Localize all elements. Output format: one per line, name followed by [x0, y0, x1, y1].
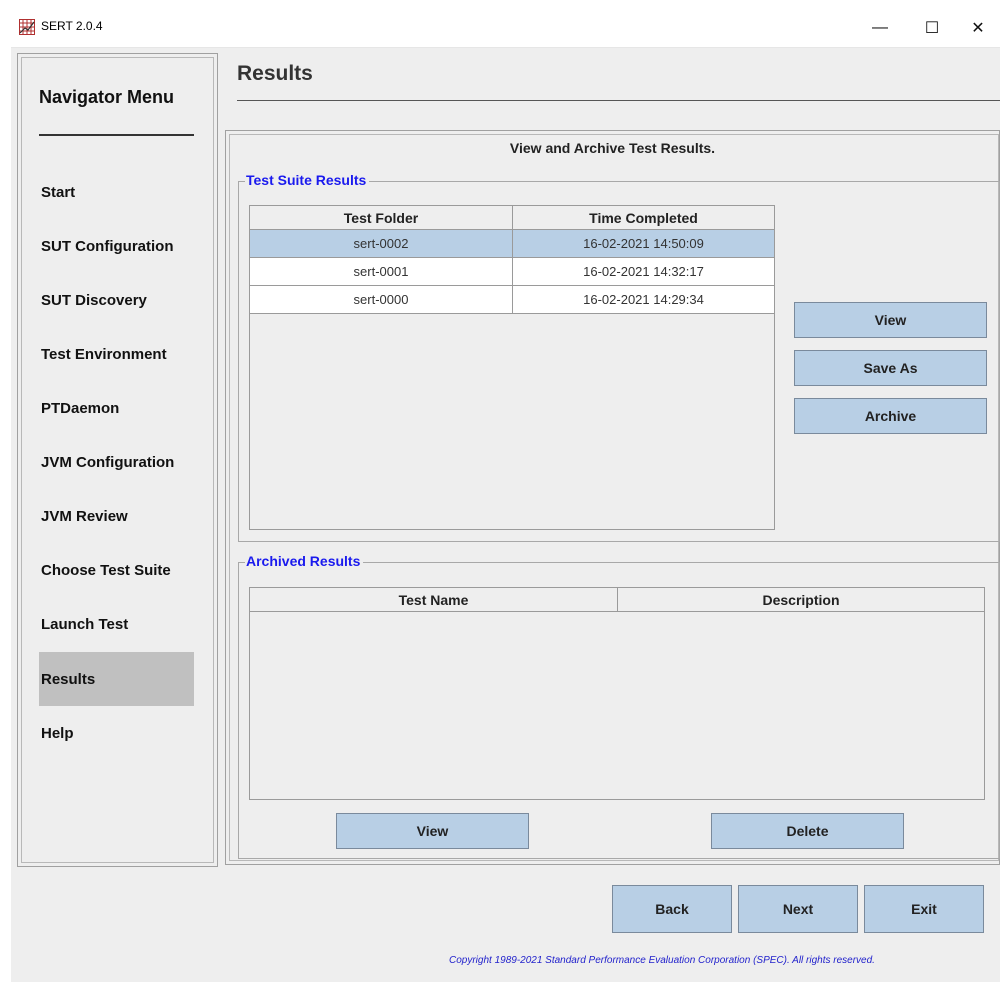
nav-item-test-environment[interactable]: Test Environment [39, 327, 194, 381]
minimize-icon[interactable]: — [857, 9, 903, 47]
column-header-time-completed[interactable]: Time Completed [513, 206, 774, 229]
navigator-divider [39, 134, 194, 136]
next-button[interactable]: Next [738, 885, 858, 933]
nav-item-results[interactable]: Results [39, 652, 194, 706]
table-header: Test Folder Time Completed [250, 206, 774, 230]
table-body: sert-0002 16-02-2021 14:50:09 sert-0001 … [250, 230, 774, 314]
column-header-test-folder[interactable]: Test Folder [250, 206, 513, 229]
cell-test-folder: sert-0002 [250, 230, 513, 257]
cell-time-completed: 16-02-2021 14:50:09 [583, 236, 704, 251]
page-title-divider [237, 100, 1000, 101]
navigator-menu-title: Navigator Menu [39, 87, 175, 107]
exit-button[interactable]: Exit [864, 885, 984, 933]
nav-item-launch-test[interactable]: Launch Test [39, 597, 194, 651]
nav-item-sut-discovery[interactable]: SUT Discovery [39, 273, 194, 327]
table-row[interactable]: sert-0001 16-02-2021 14:32:17 [250, 258, 774, 286]
cell-time-completed: 16-02-2021 14:29:34 [583, 292, 704, 307]
view-archived-button[interactable]: View [336, 813, 529, 849]
navigator-menu: Navigator Menu Start SUT Configuration S… [17, 53, 218, 867]
title-bar[interactable]: SERT 2.0.4 — ☐ ✕ [11, 9, 1000, 48]
back-button[interactable]: Back [612, 885, 732, 933]
table-header: Test Name Description [250, 588, 984, 612]
save-as-button[interactable]: Save As [794, 350, 987, 386]
nav-item-start[interactable]: Start [39, 165, 194, 219]
archive-button[interactable]: Archive [794, 398, 987, 434]
test-suite-results-table[interactable]: Test Folder Time Completed sert-0002 16-… [249, 205, 775, 530]
table-row[interactable]: sert-0000 16-02-2021 14:29:34 [250, 286, 774, 314]
column-header-description[interactable]: Description [618, 588, 984, 611]
copyright-notice: Copyright 1989-2021 Standard Performance… [449, 955, 875, 966]
test-suite-results-legend: Test Suite Results [245, 172, 370, 188]
nav-item-sut-configuration[interactable]: SUT Configuration [39, 219, 194, 273]
panel-heading: View and Archive Test Results. [509, 140, 716, 156]
view-result-button[interactable]: View [794, 302, 987, 338]
nav-item-jvm-configuration[interactable]: JVM Configuration [39, 435, 194, 489]
cell-test-folder: sert-0001 [250, 258, 513, 285]
app-grid-icon [19, 19, 35, 35]
close-icon[interactable]: ✕ [955, 9, 1000, 47]
archived-results-legend: Archived Results [245, 553, 364, 569]
maximize-icon[interactable]: ☐ [909, 9, 955, 47]
nav-item-help[interactable]: Help [39, 706, 194, 760]
page-title: Results [237, 62, 313, 85]
table-row[interactable]: sert-0002 16-02-2021 14:50:09 [250, 230, 774, 258]
archived-results-table[interactable]: Test Name Description [249, 587, 985, 800]
delete-archived-button[interactable]: Delete [711, 813, 904, 849]
window-title: SERT 2.0.4 [41, 19, 103, 33]
cell-test-folder: sert-0000 [250, 286, 513, 313]
nav-item-ptdaemon[interactable]: PTDaemon [39, 381, 194, 435]
column-header-test-name[interactable]: Test Name [250, 588, 618, 611]
cell-time-completed: 16-02-2021 14:32:17 [583, 264, 704, 279]
nav-item-choose-test-suite[interactable]: Choose Test Suite [39, 543, 194, 597]
nav-item-jvm-review[interactable]: JVM Review [39, 489, 194, 543]
